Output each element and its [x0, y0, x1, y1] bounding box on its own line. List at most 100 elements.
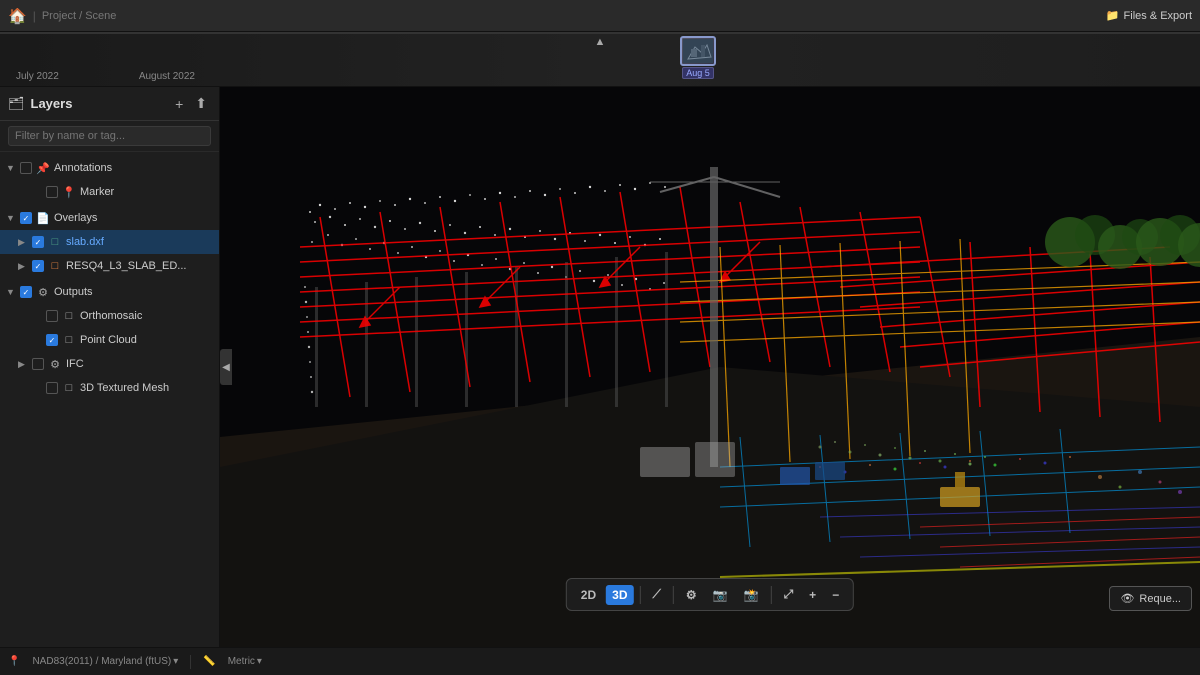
- resq4-checkbox[interactable]: [32, 260, 44, 272]
- overlays-expand-icon: ▼: [6, 213, 16, 223]
- ortho-row[interactable]: □ Orthomosaic: [0, 304, 219, 328]
- upload-layer-button[interactable]: ⬆: [191, 93, 211, 114]
- layers-panel-icon: 🗂: [8, 96, 25, 112]
- overlays-label: Overlays: [54, 212, 213, 224]
- timeline-label-aug: August 2022: [139, 71, 195, 82]
- overlays-row[interactable]: ▼ 📄 Overlays: [0, 206, 219, 230]
- annotations-checkbox[interactable]: [20, 162, 32, 174]
- marker-row[interactable]: 📍 Marker: [0, 180, 219, 204]
- btn-settings[interactable]: ⚙: [680, 585, 703, 605]
- btn-zoom-in[interactable]: +: [803, 585, 822, 605]
- outputs-label: Outputs: [54, 286, 213, 298]
- ruler-icon: 📏: [203, 656, 215, 667]
- collapse-icon: ◀: [222, 362, 230, 373]
- ifc-label: IFC: [66, 358, 213, 370]
- toolbar-divider-3: [771, 586, 772, 604]
- outputs-row[interactable]: ▼ ⚙ Outputs: [0, 280, 219, 304]
- home-icon[interactable]: 🏠: [8, 7, 27, 25]
- slab-expand-icon: ▶: [18, 237, 28, 248]
- mesh-label: 3D Textured Mesh: [80, 382, 213, 394]
- timeline-marker[interactable]: Aug 5: [680, 36, 716, 79]
- panel-title: Layers: [31, 96, 166, 111]
- statusbar: 📍 NAD83(2011) / Maryland (ftUS) ▾ 📏 Metr…: [0, 647, 1200, 675]
- coordinate-system-label: NAD83(2011) / Maryland (ftUS): [32, 656, 171, 667]
- btn-2d[interactable]: 2D: [575, 585, 602, 605]
- mesh-icon: □: [62, 382, 76, 394]
- outputs-checkbox[interactable]: [20, 286, 32, 298]
- overlays-group: ▼ 📄 Overlays ▶ □ slab.dxf 🔒 🗑 ⋯: [0, 206, 219, 278]
- ifc-icon: ⚙: [48, 358, 62, 371]
- resq4-expand-icon: ▶: [18, 261, 28, 272]
- panel-collapse-button[interactable]: ◀: [220, 349, 232, 385]
- marker-checkbox[interactable]: [46, 186, 58, 198]
- marker-label: Marker: [80, 186, 213, 198]
- slab-delete-icon[interactable]: 🗑: [186, 236, 200, 249]
- topbar-breadcrumb: Project / Scene: [42, 10, 117, 22]
- pointcloud-checkbox[interactable]: [46, 334, 58, 346]
- timeline-bar: July 2022 August 2022 Aug 5 ▲: [0, 32, 1200, 87]
- ifc-row[interactable]: ▶ ⚙ IFC: [0, 352, 219, 376]
- outputs-expand-icon: ▼: [6, 287, 16, 297]
- slab-label: slab.dxf: [66, 236, 166, 248]
- scene-svg: [220, 87, 1200, 647]
- resq4-row[interactable]: ▶ □ RESQ4_L3_SLAB_ED...: [0, 254, 219, 278]
- coordinate-icon-item: 📍: [8, 656, 20, 667]
- slab-more-icon[interactable]: ⋯: [202, 236, 213, 249]
- mesh-row[interactable]: □ 3D Textured Mesh: [0, 376, 219, 400]
- files-icon: 📁: [1106, 9, 1120, 22]
- layers-panel: 🗂 Layers + ⬆ ▼ 📌 Annotations: [0, 87, 220, 647]
- slab-dxf-row[interactable]: ▶ □ slab.dxf 🔒 🗑 ⋯: [0, 230, 219, 254]
- timeline-labels: July 2022 August 2022: [0, 71, 1200, 82]
- units-icon-item: 📏: [203, 656, 215, 667]
- btn-fullscreen[interactable]: ⤢: [778, 584, 800, 605]
- annotations-expand-icon: ▼: [6, 163, 16, 173]
- slab-checkbox[interactable]: [32, 236, 44, 248]
- request-label: Reque...: [1139, 593, 1181, 605]
- topbar-right: 📁 Files & Export: [1106, 9, 1192, 22]
- search-bar: [0, 121, 219, 152]
- timeline-marker-thumbnail: [680, 36, 716, 66]
- files-export-button[interactable]: 📁 Files & Export: [1106, 9, 1192, 22]
- resq4-label: RESQ4_L3_SLAB_ED...: [66, 260, 213, 272]
- pointcloud-label: Point Cloud: [80, 334, 213, 346]
- ortho-checkbox[interactable]: [46, 310, 58, 322]
- ifc-expand-icon: ▶: [18, 359, 28, 370]
- add-layer-button[interactable]: +: [171, 93, 187, 114]
- units-dropdown-arrow: ▾: [257, 656, 262, 667]
- coordinate-icon: 📍: [8, 656, 20, 667]
- timeline-collapse-arrow[interactable]: ▲: [595, 36, 606, 48]
- pointcloud-row[interactable]: □ Point Cloud: [0, 328, 219, 352]
- btn-3d[interactable]: 3D: [606, 585, 633, 605]
- timeline-marker-date: Aug 5: [682, 67, 714, 79]
- overlays-icon: 📄: [36, 212, 50, 225]
- main-area: 🗂 Layers + ⬆ ▼ 📌 Annotations: [0, 87, 1200, 647]
- annotations-row[interactable]: ▼ 📌 Annotations: [0, 156, 219, 180]
- btn-camera[interactable]: 📷: [707, 585, 734, 605]
- mesh-checkbox[interactable]: [46, 382, 58, 394]
- btn-perspective[interactable]: ⟋: [646, 584, 666, 605]
- layer-search-input[interactable]: [8, 126, 211, 146]
- request-button[interactable]: 👁 Reque...: [1109, 586, 1192, 611]
- units-label: Metric: [228, 656, 255, 667]
- coordinate-system-dropdown[interactable]: NAD83(2011) / Maryland (ftUS) ▾: [32, 656, 178, 667]
- ifc-checkbox[interactable]: [32, 358, 44, 370]
- pointcloud-icon: □: [62, 334, 76, 346]
- annotations-icon: 📌: [36, 162, 50, 175]
- marker-icon: 📍: [62, 186, 76, 199]
- outputs-icon: ⚙: [36, 286, 50, 299]
- units-dropdown[interactable]: Metric ▾: [228, 656, 262, 667]
- ortho-icon: □: [62, 310, 76, 322]
- annotations-label: Annotations: [54, 162, 213, 174]
- outputs-group: ▼ ⚙ Outputs □ Orthomosaic □ Poi: [0, 280, 219, 400]
- toolbar-divider-1: [639, 586, 640, 604]
- topbar: 🏠 | Project / Scene 📁 Files & Export: [0, 0, 1200, 32]
- viewport-toolbar: 2D 3D ⟋ ⚙ 📷 📸 ⤢ + −: [566, 578, 854, 611]
- btn-screenshot[interactable]: 📸: [738, 585, 765, 605]
- btn-zoom-out[interactable]: −: [826, 585, 845, 605]
- toolbar-divider-2: [673, 586, 674, 604]
- slab-icon: □: [48, 236, 62, 248]
- overlays-checkbox[interactable]: [20, 212, 32, 224]
- status-divider: [190, 655, 191, 669]
- 3d-viewport[interactable]: ◀ 2D 3D ⟋ ⚙ 📷 📸 ⤢ + − 👁 Reque...: [220, 87, 1200, 647]
- slab-lock-icon[interactable]: 🔒: [170, 236, 184, 249]
